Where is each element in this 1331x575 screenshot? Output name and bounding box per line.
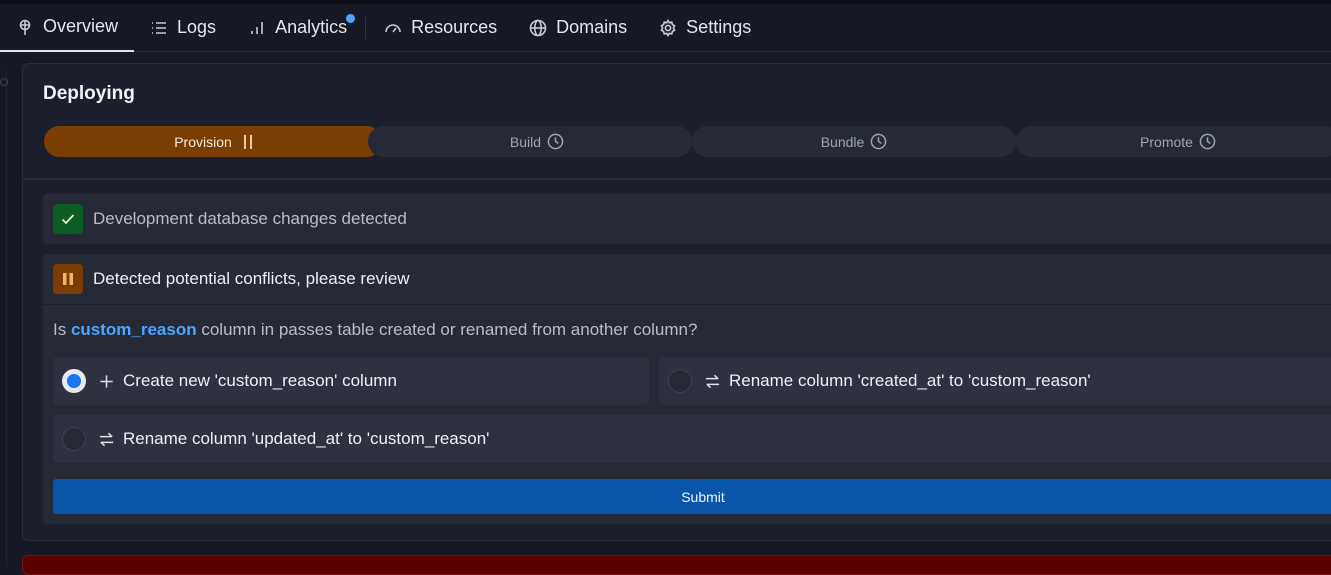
conflict-review: Detected potential conflicts, please rev… <box>43 254 1331 524</box>
plus-icon <box>100 374 113 388</box>
option-label: Rename column 'created_at' to 'custom_re… <box>729 371 1091 390</box>
option-label: Rename column 'updated_at' to 'custom_re… <box>123 429 490 448</box>
tab-label: Analytics <box>275 17 348 37</box>
submit-button[interactable]: Submit <box>53 479 1331 514</box>
tab-label: Domains <box>556 17 628 37</box>
tab-analytics[interactable]: Analytics <box>232 4 363 52</box>
option-rename-updated-at[interactable]: Rename column 'updated_at' to 'custom_re… <box>53 415 1331 463</box>
radio-unselected[interactable] <box>668 369 692 393</box>
option-create-column[interactable]: Create new 'custom_reason' column <box>53 357 649 405</box>
nav-separator <box>365 16 367 39</box>
gauge-icon <box>385 23 401 32</box>
swap-arrows-icon <box>99 432 114 446</box>
step-provision: Provision <box>44 126 382 157</box>
radio-unselected[interactable] <box>62 427 86 451</box>
clock-icon <box>1199 133 1216 150</box>
project-nav: Overview Logs Analytics Resources Domain… <box>0 4 1331 52</box>
check-icon <box>61 214 75 225</box>
conflict-header[interactable]: Detected potential conflicts, please rev… <box>43 254 1331 304</box>
tab-overview[interactable]: Overview <box>0 4 135 52</box>
notification-dot <box>346 13 356 23</box>
timeline-dot <box>0 78 8 86</box>
step-bundle: Bundle <box>692 126 1016 157</box>
tab-settings[interactable]: Settings <box>643 4 767 52</box>
error-banner <box>22 555 1331 575</box>
check-db-changes[interactable]: Development database changes detected <box>43 194 1331 244</box>
success-badge <box>53 204 83 234</box>
gear-icon <box>660 18 676 37</box>
conflict-divider <box>43 304 1331 305</box>
tab-domains[interactable]: Domains <box>513 4 643 52</box>
timeline-rail <box>6 70 7 566</box>
check-header: Development database changes detected <box>43 194 1331 244</box>
swap-arrows-icon <box>705 374 720 388</box>
deploy-title: Deploying <box>43 83 135 104</box>
question-suffix: column in passes table created or rename… <box>196 320 698 339</box>
deploy-panel: Deploying Provision Build Bundle Promote… <box>22 63 1331 541</box>
pause-icon <box>63 273 73 285</box>
pin-icon <box>19 19 31 35</box>
tab-label: Overview <box>43 16 119 36</box>
conflict-label: Detected potential conflicts, please rev… <box>93 269 410 288</box>
step-build: Build <box>368 126 692 157</box>
tab-label: Logs <box>177 17 217 37</box>
radio-selected[interactable] <box>62 369 86 393</box>
panel-divider <box>23 178 1331 180</box>
clock-icon <box>547 133 564 150</box>
step-label: Build <box>509 133 542 150</box>
tab-label: Settings <box>686 17 752 37</box>
conflict-question: Is custom_reason column in passes table … <box>53 320 697 340</box>
tab-label: Resources <box>411 17 498 37</box>
warning-badge <box>53 264 83 294</box>
option-label: Create new 'custom_reason' column <box>123 371 397 390</box>
option-rename-created-at[interactable]: Rename column 'created_at' to 'custom_re… <box>659 357 1331 405</box>
tab-logs[interactable]: Logs <box>134 4 232 52</box>
pause-icon <box>243 134 252 149</box>
column-name: custom_reason <box>70 320 197 339</box>
step-label: Provision <box>174 133 232 150</box>
bar-chart-icon <box>251 21 263 34</box>
step-promote: Promote <box>1016 126 1331 157</box>
globe-icon <box>529 19 547 36</box>
clock-icon <box>870 133 887 150</box>
step-label: Bundle <box>820 133 865 150</box>
step-label: Promote <box>1140 133 1193 150</box>
deploy-steps: Provision Build Bundle Promote <box>44 126 1331 157</box>
list-icon <box>152 21 167 34</box>
question-prefix: Is <box>53 320 71 339</box>
check-label: Development database changes detected <box>93 209 407 228</box>
tab-resources[interactable]: Resources <box>368 4 513 52</box>
